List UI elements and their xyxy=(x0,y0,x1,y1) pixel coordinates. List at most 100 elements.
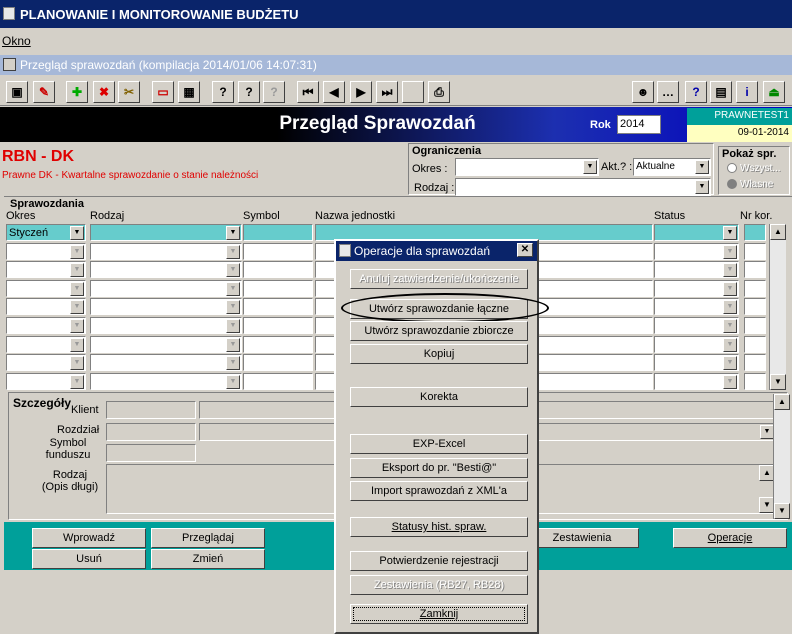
chevron-down-icon[interactable]: ▼ xyxy=(723,374,737,389)
save-icon[interactable]: ▣ xyxy=(6,81,28,103)
table-cell[interactable]: ▼ xyxy=(6,298,86,316)
execute-query-icon[interactable]: ? xyxy=(238,81,260,103)
chevron-down-icon[interactable]: ▼ xyxy=(70,374,84,389)
split-icon[interactable]: ▦ xyxy=(178,81,200,103)
table-cell[interactable] xyxy=(243,261,313,279)
last-record-icon[interactable]: ⏭ xyxy=(376,81,398,103)
table-cell[interactable]: ▼ xyxy=(6,372,86,390)
chevron-down-icon[interactable]: ▼ xyxy=(723,356,737,371)
zmien-button[interactable]: Zmień xyxy=(151,549,265,569)
table-cell[interactable]: ▼ xyxy=(6,354,86,372)
kopiuj-button[interactable]: Kopiuj xyxy=(350,344,528,364)
chevron-down-icon[interactable]: ▼ xyxy=(760,425,774,439)
table-cell[interactable] xyxy=(744,372,766,390)
chevron-down-icon[interactable]: ▼ xyxy=(226,374,240,389)
rodzaj-filter-select[interactable]: ▼ xyxy=(455,178,711,196)
table-cell[interactable]: ▼ xyxy=(6,279,86,297)
akt-select[interactable]: Aktualne ▼ xyxy=(633,158,711,176)
more-icon[interactable]: … xyxy=(657,81,679,103)
table-cell[interactable] xyxy=(243,242,313,260)
exit-icon[interactable]: ⏏ xyxy=(763,81,785,103)
zamknij-button[interactable]: Zamknij xyxy=(350,604,528,624)
chevron-down-icon[interactable]: ▼ xyxy=(723,244,737,259)
chevron-down-icon[interactable]: ▼ xyxy=(226,244,240,259)
rows-scrollbar[interactable]: ▲ ▼ xyxy=(769,224,786,390)
chevron-down-icon[interactable]: ▼ xyxy=(70,281,84,296)
chevron-down-icon[interactable]: ▼ xyxy=(70,263,84,278)
table-cell[interactable] xyxy=(744,335,766,353)
previous-record-icon[interactable]: ◀ xyxy=(323,81,345,103)
calculator-icon[interactable]: ▤ xyxy=(710,81,732,103)
chevron-down-icon[interactable]: ▼ xyxy=(70,300,84,315)
chevron-down-icon[interactable]: ▼ xyxy=(226,263,240,278)
usun-button[interactable]: Usuń xyxy=(32,549,146,569)
chevron-down-icon[interactable]: ▼ xyxy=(226,226,240,240)
table-cell[interactable]: ▼ xyxy=(90,317,242,334)
table-cell[interactable]: ▼ xyxy=(6,242,86,260)
scroll-up-icon[interactable]: ▲ xyxy=(774,394,790,410)
chevron-down-icon[interactable]: ▼ xyxy=(70,319,84,333)
chevron-down-icon[interactable]: ▼ xyxy=(70,244,84,259)
info-icon[interactable]: i xyxy=(736,81,758,103)
table-cell[interactable] xyxy=(243,317,313,334)
table-cell[interactable]: ▼ xyxy=(654,317,739,334)
menu-okno[interactable]: Okno xyxy=(2,34,31,48)
table-cell[interactable]: ▼ xyxy=(90,335,242,353)
edit-record-icon[interactable]: ✎ xyxy=(33,81,55,103)
table-cell[interactable]: ▼ xyxy=(90,242,242,260)
table-cell[interactable]: ▼ xyxy=(654,242,739,260)
table-cell[interactable] xyxy=(744,279,766,297)
table-cell[interactable] xyxy=(744,224,766,241)
chevron-down-icon[interactable]: ▼ xyxy=(70,356,84,371)
table-cell[interactable]: ▼ xyxy=(654,354,739,372)
chevron-down-icon[interactable]: ▼ xyxy=(226,281,240,296)
chevron-down-icon[interactable]: ▼ xyxy=(723,281,737,296)
user-icon[interactable]: ☻ xyxy=(632,81,654,103)
table-cell[interactable] xyxy=(243,279,313,297)
next-record-icon[interactable]: ▶ xyxy=(350,81,372,103)
chevron-down-icon[interactable]: ▼ xyxy=(226,300,240,315)
table-cell[interactable]: ▼ xyxy=(90,224,242,241)
chevron-down-icon[interactable]: ▼ xyxy=(583,160,597,174)
table-cell[interactable]: ▼ xyxy=(6,317,86,334)
chevron-down-icon[interactable]: ▼ xyxy=(723,263,737,278)
table-cell[interactable]: ▼ xyxy=(90,372,242,390)
close-icon[interactable]: ✕ xyxy=(517,243,533,257)
table-cell[interactable]: Styczeń ▼ xyxy=(6,224,86,241)
table-cell[interactable] xyxy=(744,317,766,334)
chevron-down-icon[interactable]: ▼ xyxy=(70,226,84,240)
import-xml-button[interactable]: Import sprawozdań z XML'a xyxy=(350,481,528,501)
table-cell[interactable] xyxy=(243,298,313,316)
utworz-zbiorcze-button[interactable]: Utwórz sprawozdanie zbiorcze xyxy=(350,321,528,341)
scroll-down-icon[interactable]: ▼ xyxy=(774,503,790,519)
exp-excel-button[interactable]: EXP-Excel xyxy=(350,434,528,454)
chevron-down-icon[interactable]: ▼ xyxy=(695,180,709,194)
chevron-down-icon[interactable]: ▼ xyxy=(723,300,737,315)
eksport-bestia-button[interactable]: Eksport do pr. "Besti@" xyxy=(350,458,528,478)
add-icon[interactable]: ✚ xyxy=(66,81,88,103)
table-cell[interactable] xyxy=(744,354,766,372)
chevron-down-icon[interactable]: ▼ xyxy=(70,337,84,352)
chevron-down-icon[interactable]: ▼ xyxy=(226,337,240,352)
przegladaj-button[interactable]: Przeglądaj xyxy=(151,528,265,548)
chevron-down-icon[interactable]: ▼ xyxy=(226,356,240,371)
scroll-down-icon[interactable]: ▼ xyxy=(770,374,786,390)
table-cell[interactable] xyxy=(243,224,313,241)
chevron-down-icon[interactable]: ▼ xyxy=(695,160,709,174)
scroll-up-icon[interactable]: ▲ xyxy=(770,224,786,240)
first-record-icon[interactable]: ⏮ xyxy=(297,81,319,103)
chevron-down-icon[interactable]: ▼ xyxy=(723,319,737,333)
table-cell[interactable]: ▼ xyxy=(654,298,739,316)
potwierdzenie-rejestracji-button[interactable]: Potwierdzenie rejestracji xyxy=(350,551,528,571)
statusy-hist-button[interactable]: Statusy hist. spraw. xyxy=(350,517,528,537)
zestawienia-button[interactable]: Zestawienia xyxy=(525,528,639,548)
table-cell[interactable]: ▼ xyxy=(654,372,739,390)
table-cell[interactable] xyxy=(243,354,313,372)
query-icon[interactable]: ? xyxy=(212,81,234,103)
table-cell[interactable]: ▼ xyxy=(654,335,739,353)
okres-select[interactable]: ▼ xyxy=(455,158,599,176)
table-cell[interactable]: ▼ xyxy=(90,354,242,372)
chevron-down-icon[interactable]: ▼ xyxy=(723,226,737,240)
chevron-down-icon[interactable]: ▼ xyxy=(226,319,240,333)
table-cell[interactable] xyxy=(243,335,313,353)
